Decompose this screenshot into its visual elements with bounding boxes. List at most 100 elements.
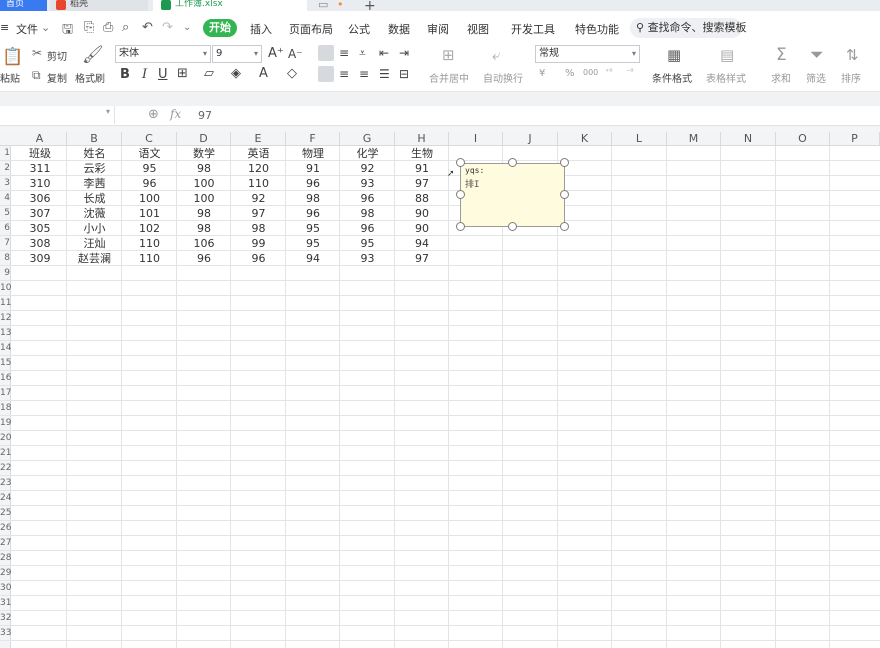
row-header-5[interactable]: 5: [0, 206, 11, 221]
row-header-9[interactable]: 9: [0, 266, 11, 281]
wrap-text-button[interactable]: 自动换行: [483, 70, 523, 85]
row-header-24[interactable]: 24: [0, 491, 11, 506]
cell-E7[interactable]: 99: [231, 236, 286, 251]
menu-file[interactable]: 文件: [16, 21, 38, 37]
thousands-button[interactable]: 000: [583, 68, 598, 77]
cell-H6[interactable]: 90: [395, 221, 449, 236]
cell-C2[interactable]: 95: [122, 161, 177, 176]
align-top-button[interactable]: [318, 45, 334, 61]
cell-H3[interactable]: 97: [395, 176, 449, 191]
column-header-E[interactable]: E: [231, 132, 286, 146]
row-header-4[interactable]: 4: [0, 191, 11, 206]
cell-B4[interactable]: 长成: [67, 191, 122, 206]
underline-icon[interactable]: U: [158, 67, 168, 82]
row-header-30[interactable]: 30: [0, 581, 11, 596]
row-header-28[interactable]: 28: [0, 551, 11, 566]
name-box[interactable]: ▾: [0, 106, 115, 124]
row-header-21[interactable]: 21: [0, 446, 11, 461]
resize-handle[interactable]: [456, 190, 465, 199]
command-search[interactable]: ⚲ 查找命令、搜索模板: [630, 18, 747, 38]
row-header-27[interactable]: 27: [0, 536, 11, 551]
align-left-button[interactable]: [318, 66, 334, 82]
cell-C7[interactable]: 110: [122, 236, 177, 251]
row-header-29[interactable]: 29: [0, 566, 11, 581]
cell-H4[interactable]: 88: [395, 191, 449, 206]
row-header-13[interactable]: 13: [0, 326, 11, 341]
column-header-G[interactable]: G: [340, 132, 395, 146]
conditional-format-icon[interactable]: ▦: [667, 46, 681, 64]
menu-home[interactable]: 开始: [203, 19, 237, 37]
tab-workbook[interactable]: 工作簿.xlsx: [153, 0, 307, 11]
cell-C6[interactable]: 102: [122, 221, 177, 236]
row-header-6[interactable]: 6: [0, 221, 11, 236]
cell-G1[interactable]: 化学: [340, 146, 395, 161]
font-name-select[interactable]: 宋体 ▾: [115, 45, 211, 63]
cell-B3[interactable]: 李茜: [67, 176, 122, 191]
column-header-F[interactable]: F: [286, 132, 340, 146]
column-header-P[interactable]: P: [830, 132, 880, 146]
column-header-N[interactable]: N: [721, 132, 776, 146]
shrink-font-icon[interactable]: A⁻: [288, 47, 303, 61]
column-header-J[interactable]: J: [503, 132, 558, 146]
row-header-10[interactable]: 10: [0, 281, 11, 296]
cell-grid[interactable]: 班级 姓名 语文 数学 英语 物理 化学 生物 311 云彩 95 98 120 91 92 91 310 李茜 9…: [11, 146, 880, 648]
cell-C8[interactable]: 110: [122, 251, 177, 266]
cell-A8[interactable]: 309: [13, 251, 67, 266]
cell-D4[interactable]: 100: [177, 191, 231, 206]
cell-D6[interactable]: 98: [177, 221, 231, 236]
row-header-26[interactable]: 26: [0, 521, 11, 536]
cell-style-icon[interactable]: ▱: [204, 66, 214, 81]
resize-handle[interactable]: [560, 222, 569, 231]
cell-F6[interactable]: 95: [286, 221, 340, 236]
tab-daoke[interactable]: 稻壳: [50, 0, 148, 11]
column-header-D[interactable]: D: [177, 132, 231, 146]
row-header-32[interactable]: 32: [0, 611, 11, 626]
cell-A1[interactable]: 班级: [13, 146, 67, 161]
align-middle-icon[interactable]: ≡: [339, 46, 349, 60]
zoom-formula-icon[interactable]: ⊕: [148, 107, 159, 122]
conditional-format-button[interactable]: 条件格式: [652, 70, 692, 85]
resize-handle[interactable]: [560, 158, 569, 167]
column-header-H[interactable]: H: [395, 132, 449, 146]
export-icon[interactable]: ⎘: [84, 20, 94, 35]
column-header-L[interactable]: L: [612, 132, 667, 146]
indent-increase-icon[interactable]: ⇥: [399, 46, 409, 60]
cell-A3[interactable]: 310: [13, 176, 67, 191]
cell-G2[interactable]: 92: [340, 161, 395, 176]
tab-home[interactable]: 首页: [0, 0, 47, 11]
fill-color-icon[interactable]: ◈: [231, 66, 241, 81]
resize-handle[interactable]: [508, 158, 517, 167]
row-header-8[interactable]: 8: [0, 251, 11, 266]
column-header-M[interactable]: M: [667, 132, 721, 146]
cell-F8[interactable]: 94: [286, 251, 340, 266]
cell-H8[interactable]: 97: [395, 251, 449, 266]
menu-developer[interactable]: 开发工具: [511, 21, 555, 37]
row-header-18[interactable]: 18: [0, 401, 11, 416]
column-header-B[interactable]: B: [67, 132, 122, 146]
comment-text[interactable]: 排I: [465, 177, 479, 190]
decrease-decimal-icon[interactable]: ⁻⁰: [626, 67, 633, 76]
formula-input[interactable]: 97: [198, 109, 212, 122]
format-painter-icon[interactable]: 🖌: [82, 45, 104, 65]
column-header-O[interactable]: O: [776, 132, 830, 146]
column-header-K[interactable]: K: [558, 132, 612, 146]
cell-G6[interactable]: 96: [340, 221, 395, 236]
format-painter-button[interactable]: 格式刷: [75, 70, 105, 85]
row-header-25[interactable]: 25: [0, 506, 11, 521]
row-header-2[interactable]: 2: [0, 161, 11, 176]
resize-handle[interactable]: [508, 222, 517, 231]
cell-G7[interactable]: 95: [340, 236, 395, 251]
font-size-select[interactable]: 9 ▾: [212, 45, 262, 63]
row-header-16[interactable]: 16: [0, 371, 11, 386]
cell-A4[interactable]: 306: [13, 191, 67, 206]
merge-center-button[interactable]: 合并居中: [429, 70, 469, 85]
menu-page-layout[interactable]: 页面布局: [289, 21, 333, 37]
sort-icon[interactable]: ⇅: [846, 46, 859, 64]
cell-B2[interactable]: 云彩: [67, 161, 122, 176]
cell-B8[interactable]: 赵芸澜: [67, 251, 122, 266]
cell-C3[interactable]: 96: [122, 176, 177, 191]
customize-chevron-icon[interactable]: ⌄: [183, 22, 191, 33]
tab-pin-icon[interactable]: ▭: [318, 0, 328, 11]
table-style-button[interactable]: 表格样式: [706, 70, 746, 85]
undo-icon[interactable]: ↶: [142, 20, 153, 35]
